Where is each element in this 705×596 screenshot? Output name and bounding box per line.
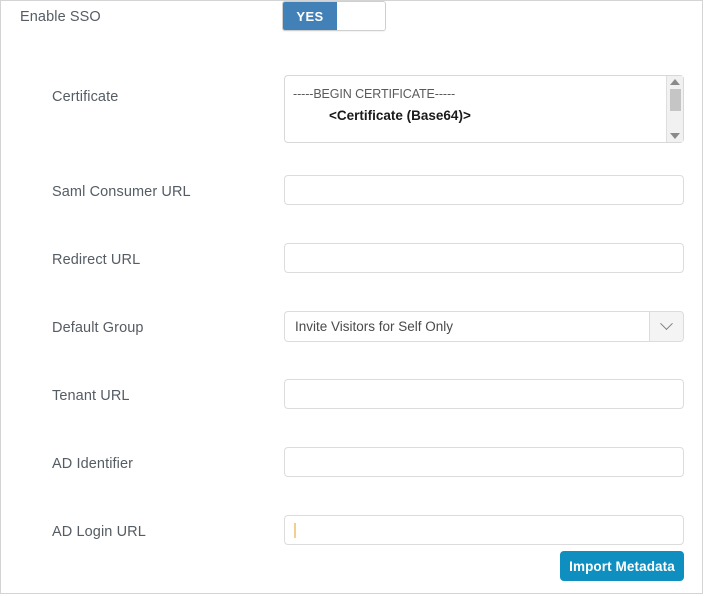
import-metadata-button[interactable]: Import Metadata	[560, 551, 684, 581]
scroll-down-icon[interactable]	[670, 133, 680, 139]
saml-consumer-url-label: Saml Consumer URL	[52, 184, 191, 200]
toggle-yes-segment[interactable]: YES	[283, 2, 337, 30]
redirect-url-input[interactable]	[284, 243, 684, 273]
certificate-textarea[interactable]: -----BEGIN CERTIFICATE----- <Certificate…	[284, 75, 684, 143]
default-group-selected-value[interactable]: Invite Visitors for Self Only	[285, 312, 649, 341]
default-group-label: Default Group	[52, 320, 144, 336]
certificate-base64-placeholder: <Certificate (Base64)>	[329, 108, 471, 124]
toggle-knob[interactable]	[337, 2, 385, 30]
ad-identifier-label: AD Identifier	[52, 456, 134, 472]
scroll-up-icon[interactable]	[670, 79, 680, 85]
enable-sso-toggle[interactable]: YES	[282, 1, 386, 31]
tenant-url-input[interactable]	[284, 379, 684, 409]
ad-identifier-input[interactable]	[284, 447, 684, 477]
ad-login-url-input[interactable]	[284, 515, 684, 545]
certificate-content[interactable]: -----BEGIN CERTIFICATE----- <Certificate…	[285, 76, 666, 142]
scrollbar-thumb[interactable]	[669, 89, 681, 111]
ad-login-url-label: AD Login URL	[52, 524, 146, 540]
certificate-begin-line: -----BEGIN CERTIFICATE-----	[293, 87, 456, 101]
saml-consumer-url-input[interactable]	[284, 175, 684, 205]
enable-sso-label: Enable SSO	[20, 9, 101, 25]
chevron-down-icon	[660, 317, 673, 331]
certificate-scrollbar[interactable]	[666, 76, 683, 142]
certificate-label: Certificate	[52, 89, 119, 105]
text-caret	[294, 523, 296, 538]
default-group-select[interactable]: Invite Visitors for Self Only	[284, 311, 684, 342]
redirect-url-label: Redirect URL	[52, 252, 141, 268]
tenant-url-label: Tenant URL	[52, 388, 130, 404]
default-group-dropdown-button[interactable]	[649, 312, 683, 341]
sso-settings-panel: Enable SSO YES Certificate -----BEGIN CE…	[0, 0, 703, 594]
